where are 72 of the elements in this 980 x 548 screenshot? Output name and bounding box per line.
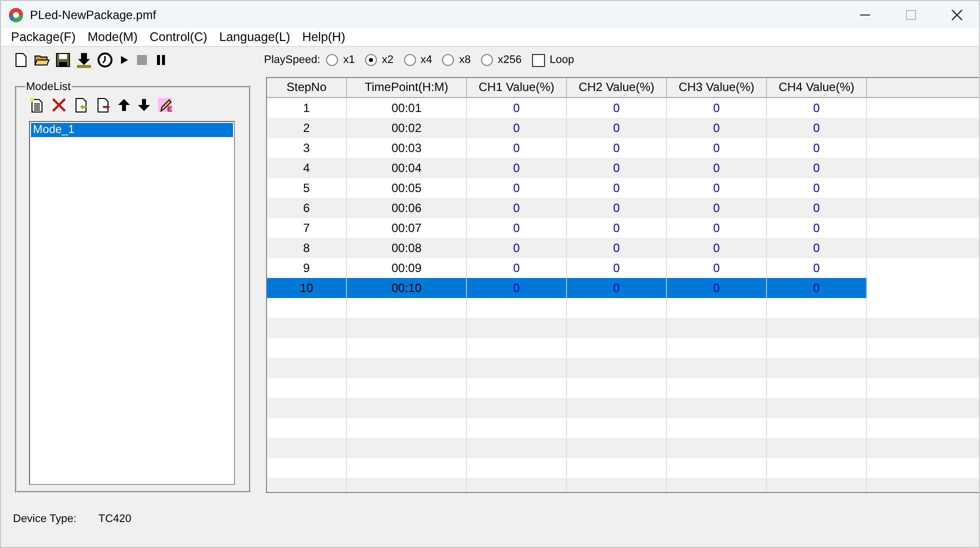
table-cell: 0 [567,158,667,178]
arrow-down-icon[interactable] [137,97,151,113]
import-page-icon[interactable] [73,97,89,113]
table-cell: 00:06 [347,198,467,218]
speed-radio[interactable]: x4 [404,54,432,66]
device-type-value: TC420 [98,513,132,525]
menu-item[interactable]: Package(F) [5,30,82,44]
table-cell: 0 [467,198,567,218]
table-cell: 0 [767,278,867,298]
app-logo-icon [8,6,24,22]
download-icon[interactable] [76,52,92,68]
table-cell: 4 [267,158,347,178]
column-header[interactable]: StepNo [267,78,347,97]
column-header[interactable]: CH4 Value(%) [767,78,867,97]
speed-radio[interactable]: x8 [442,54,471,66]
save-icon[interactable] [55,52,71,68]
table-cell: 00:04 [347,158,467,178]
delete-icon[interactable] [51,97,67,113]
table-cell: 0 [767,158,867,178]
table-cell: 0 [767,238,867,258]
column-header[interactable]: CH3 Value(%) [667,78,767,97]
table-row[interactable]: 6 00:06 0 0 0 0 [267,198,979,218]
table-cell: 0 [567,238,667,258]
clock-icon[interactable] [97,52,113,68]
column-header[interactable]: TimePoint(H:M) [347,78,467,97]
window-title: PLed-NewPackage.pmf [30,8,156,22]
table-cell: 0 [767,198,867,218]
speed-radio[interactable]: x1 [326,54,355,66]
table-row[interactable]: 10 00:10 0 0 0 0 [267,278,867,298]
pause-icon[interactable] [154,52,168,68]
table-cell: 0 [667,238,767,258]
menu-item[interactable]: Control(C) [144,30,214,44]
table-cell: 0 [467,238,567,258]
table-cell: 0 [667,278,767,298]
table-row[interactable]: 4 00:04 0 0 0 0 [267,158,979,178]
speed-radio[interactable]: x2 [364,54,394,66]
device-type-label: Device Type: [13,513,76,525]
table-cell: 0 [467,118,567,138]
table-cell: 0 [567,118,667,138]
table-cell: 0 [467,158,567,178]
export-page-icon[interactable] [95,97,111,113]
menu-item[interactable]: Language(L) [213,30,296,44]
column-header[interactable]: CH2 Value(%) [567,78,667,97]
arrow-up-icon[interactable] [117,97,131,113]
close-icon[interactable] [951,8,963,20]
speed-radio[interactable]: x256 [480,54,522,66]
table-cell: 0 [467,278,567,298]
edit-pencil-icon[interactable] [157,97,173,113]
table-cell: 0 [667,198,767,218]
loop-checkbox[interactable]: Loop [532,54,574,66]
menu-item[interactable]: Mode(M) [82,30,144,44]
table-cell: 00:08 [347,238,467,258]
table-cell: 8 [267,238,347,258]
table-cell: 10 [267,278,347,298]
group-title: ModeList [25,81,72,93]
table-row[interactable]: 8 00:08 0 0 0 0 [267,238,979,258]
table-cell: 0 [767,118,867,138]
table-cell: 00:02 [347,118,467,138]
table-cell: 00:10 [347,278,467,298]
play-speed-label: PlaySpeed: [264,54,320,66]
table-cell: 0 [567,278,667,298]
table-cell: 0 [667,158,767,178]
table-cell: 0 [667,118,767,138]
table-row[interactable]: 2 00:02 0 0 0 0 [267,118,979,138]
add-page-icon[interactable] [29,97,45,113]
table-cell: 6 [267,198,347,218]
column-header[interactable]: CH1 Value(%) [467,78,567,97]
mode-list-item[interactable]: Mode_1 [31,123,233,137]
table-cell: 2 [267,118,347,138]
new-file-icon[interactable] [13,52,29,68]
table-cell: 0 [567,198,667,218]
menu-item[interactable]: Help(H) [296,30,352,44]
